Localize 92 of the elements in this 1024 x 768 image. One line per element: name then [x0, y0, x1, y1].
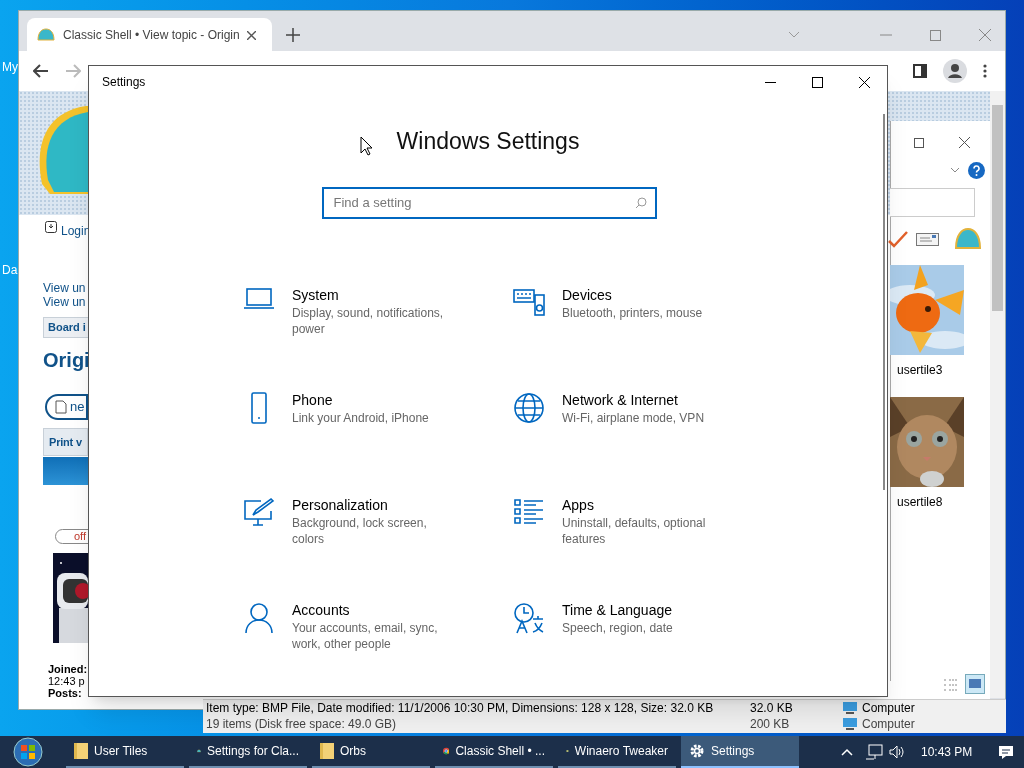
category-description: Link your Android, iPhone — [292, 409, 430, 426]
settings-category[interactable]: Devices Bluetooth, printers, mouse — [512, 284, 782, 390]
speaker-icon[interactable] — [889, 745, 905, 759]
category-title: Time & Language — [562, 600, 673, 620]
settings-heading: Windows Settings — [396, 127, 580, 156]
status-location: Computer — [862, 700, 915, 716]
post-header-bar — [43, 457, 88, 485]
category-description: Background, lock screen, colors — [292, 514, 428, 547]
category-description: Speech, region, date — [562, 619, 674, 636]
card-icon[interactable] — [916, 233, 939, 246]
folder-icon — [74, 743, 88, 759]
maximize-icon[interactable] — [812, 76, 823, 88]
window-title: Settings — [102, 74, 146, 91]
status-text: 19 items (Disk free space: 49.0 GB) — [205, 716, 398, 732]
login-icon[interactable] — [45, 221, 57, 233]
maximize-icon[interactable] — [914, 138, 924, 148]
browser-tab[interactable]: Classic Shell • View topic - Origin — [27, 18, 272, 52]
new-tab-icon[interactable] — [286, 28, 300, 42]
mouse-cursor-icon — [360, 136, 373, 156]
clock[interactable]: 10:43 PM — [921, 743, 973, 761]
view-link[interactable]: View un — [43, 295, 86, 309]
preview-pane-icon[interactable] — [965, 674, 985, 694]
document-icon — [55, 400, 67, 414]
list-icon — [513, 496, 545, 527]
category-title: Phone — [292, 390, 334, 410]
shell-icon — [37, 28, 55, 42]
profile-icon[interactable] — [943, 59, 967, 83]
help-icon[interactable] — [968, 162, 985, 179]
start-orb-icon[interactable] — [10, 737, 46, 767]
thumbnail-label[interactable]: usertile8 — [897, 493, 964, 511]
status-location: Computer — [862, 716, 915, 732]
category-description: Display, sound, notifications, power — [292, 304, 445, 337]
taskbar-button[interactable]: Settings for Cla... — [189, 736, 307, 768]
tab-title: Classic Shell • View topic - Origin — [63, 27, 239, 44]
menu-icon[interactable] — [983, 64, 987, 78]
computer-icon — [842, 701, 858, 715]
category-description: Your accounts, email, sync, work, other people — [292, 619, 439, 652]
breadcrumb-bar[interactable]: Board i — [43, 317, 88, 338]
phone-icon — [248, 391, 270, 424]
category-description: Wi-Fi, airplane mode, VPN — [562, 409, 706, 426]
notification-icon[interactable] — [998, 744, 1015, 760]
posts-label: Posts: — [48, 687, 82, 701]
taskbar-button[interactable]: Settings — [681, 736, 799, 768]
status-size: 32.0 KB — [750, 700, 794, 716]
gear-icon — [689, 743, 705, 759]
topic-title: Origi — [43, 348, 90, 373]
status-size: 200 KB — [750, 716, 791, 732]
settings-category[interactable]: Apps Uninstall, defaults, optional features — [512, 494, 782, 600]
thumbnail-label[interactable]: usertile3 — [897, 361, 964, 379]
category-title: Apps — [562, 495, 595, 515]
search-icon — [634, 196, 647, 209]
scrollbar[interactable] — [990, 91, 1005, 698]
clock-letter-icon — [513, 601, 545, 634]
category-title: Devices — [562, 285, 613, 305]
close-icon[interactable] — [959, 137, 970, 148]
joined-time: 12:43 p — [48, 674, 85, 689]
settings-category[interactable]: Phone Link your Android, iPhone — [242, 389, 512, 495]
pen-screen-icon — [243, 496, 275, 527]
chevron-up-icon[interactable] — [841, 748, 853, 756]
close-icon[interactable] — [247, 30, 256, 40]
taskbar-button[interactable]: Winaero Tweaker — [558, 736, 676, 768]
category-title: Accounts — [292, 600, 351, 620]
settings-category[interactable]: System Display, sound, notifications, power — [242, 284, 512, 390]
globe-icon — [513, 391, 545, 424]
settings-category[interactable]: Network & Internet Wi-Fi, airplane mode, VPN — [512, 389, 782, 495]
print-bar[interactable]: Print v — [43, 428, 88, 456]
taskbar-button[interactable]: User Tiles — [66, 736, 184, 768]
checkmark-icon[interactable] — [888, 231, 908, 248]
keyboard-speaker-icon — [513, 286, 545, 317]
new-reply-button[interactable]: ne — [45, 394, 88, 420]
person-icon — [244, 601, 274, 634]
computer-icon — [842, 717, 858, 731]
laptop-icon — [243, 286, 275, 311]
folder-icon — [320, 743, 334, 759]
status-text: Item type: BMP File, Date modified: 11/1/2006 10:30 PM, Dimensions: 128 x 128, Size: 32.0 KB — [205, 700, 715, 716]
category-description: Bluetooth, printers, mouse — [562, 304, 704, 321]
category-description: Uninstall, defaults, optional features — [562, 514, 707, 547]
back-arrow-icon[interactable] — [33, 64, 49, 78]
taskbar-button[interactable]: Orbs — [312, 736, 430, 768]
view-link[interactable]: View un — [43, 281, 86, 295]
category-title: Personalization — [292, 495, 389, 515]
joined-label: Joined: — [48, 662, 88, 677]
taskbar-button[interactable]: Classic Shell • ... — [435, 736, 553, 768]
side-panel-icon[interactable] — [913, 64, 927, 78]
network-icon[interactable] — [865, 744, 883, 760]
category-title: System — [292, 285, 340, 305]
chevron-icon[interactable] — [950, 167, 960, 173]
close-icon[interactable] — [859, 76, 870, 88]
settings-category[interactable]: Personalization Background, lock screen, colors — [242, 494, 512, 600]
category-title: Network & Internet — [562, 390, 679, 410]
minimize-icon[interactable] — [765, 81, 776, 83]
search-field[interactable]: Find a setting — [321, 186, 657, 219]
